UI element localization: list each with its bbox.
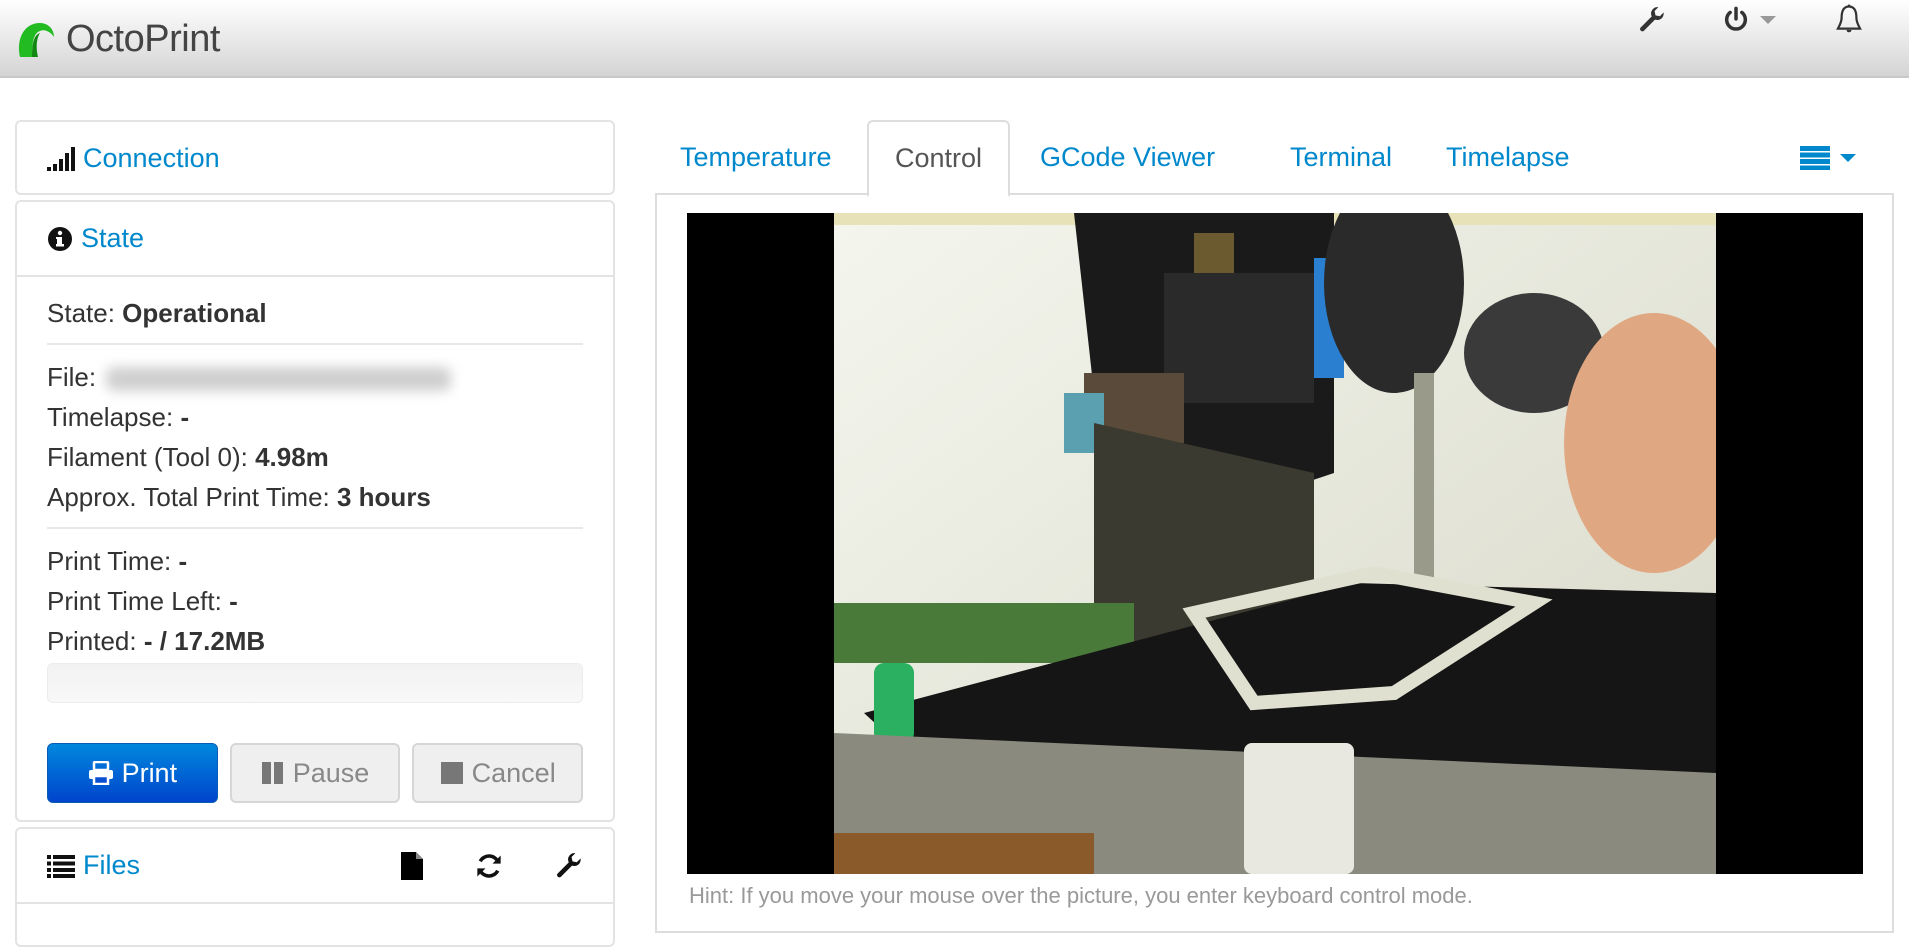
print-button[interactable]: Print <box>47 743 218 803</box>
refresh-icon[interactable] <box>475 852 503 880</box>
time-left-value: - <box>229 586 238 616</box>
total-time-value: 3 hours <box>336 482 431 512</box>
state-body: State: Operational File: Timelapse: - Fi… <box>17 275 613 803</box>
divider <box>47 527 583 529</box>
state-label: State: <box>47 298 115 328</box>
file-label: File: <box>47 362 97 392</box>
print-controls: Print Pause Cancel <box>47 743 583 803</box>
tab-label: Temperature <box>680 142 832 172</box>
settings-button[interactable] <box>1638 0 1666 40</box>
print-progress-bar <box>47 663 583 703</box>
filament-value: 4.98m <box>255 442 329 472</box>
file-icon[interactable] <box>401 851 423 880</box>
filament-label: Filament (Tool 0): <box>47 442 248 472</box>
tab-label: GCode Viewer <box>1040 142 1216 172</box>
webcam-stream[interactable] <box>687 213 1863 874</box>
time-left-label: Print Time Left: <box>47 586 222 616</box>
state-value: Operational <box>122 298 267 328</box>
state-row: State: Operational <box>47 293 583 333</box>
tab-terminal[interactable]: Terminal <box>1265 120 1417 195</box>
navbar: OctoPrint <box>0 0 1909 78</box>
print-time-row: Print Time: - <box>47 541 583 581</box>
connection-panel: Connection <box>15 120 615 195</box>
webcam-hint: Hint: If you move your mouse over the pi… <box>689 883 1473 908</box>
connection-header[interactable]: Connection <box>17 122 613 195</box>
timelapse-label: Timelapse: <box>47 402 174 432</box>
tab-label: Terminal <box>1290 142 1393 172</box>
files-title[interactable]: Files <box>47 850 401 881</box>
notifications-button[interactable] <box>1834 0 1864 40</box>
print-button-label: Print <box>121 757 178 788</box>
octoprint-logo-icon <box>18 23 54 57</box>
timelapse-value: - <box>180 402 190 432</box>
chevron-down-icon <box>1760 16 1776 24</box>
file-name-blurred <box>106 367 452 392</box>
file-row: File: <box>47 357 583 397</box>
pause-icon <box>261 761 285 785</box>
brand[interactable]: OctoPrint <box>14 14 220 64</box>
printed-label: Printed: <box>47 626 137 656</box>
webcam-image[interactable] <box>834 213 1716 874</box>
state-panel: State State: Operational File: Timelapse… <box>15 200 615 822</box>
total-time-label: Approx. Total Print Time: <box>47 482 330 512</box>
files-title-label: Files <box>83 850 141 880</box>
tab-label: Timelapse <box>1446 142 1570 172</box>
divider <box>47 343 583 345</box>
wrench-icon <box>1640 7 1664 32</box>
tab-temperature[interactable]: Temperature <box>655 120 857 195</box>
files-header: Files <box>17 829 613 902</box>
timelapse-row: Timelapse: - <box>47 397 583 437</box>
state-title[interactable]: State <box>81 223 144 254</box>
webcam-frame <box>834 213 1716 874</box>
tab-gcode-viewer[interactable]: GCode Viewer <box>1015 120 1240 195</box>
list-icon <box>1800 146 1830 170</box>
signal-icon <box>47 146 75 171</box>
time-left-row: Print Time Left: - <box>47 581 583 621</box>
files-divider <box>17 902 613 904</box>
info-circle-icon <box>47 226 73 252</box>
tab-bar: Temperature Control GCode Viewer Termina… <box>655 120 1894 197</box>
wrench-icon[interactable] <box>555 852 583 880</box>
tab-control[interactable]: Control <box>867 120 1010 197</box>
printed-row: Printed: - / 17.2MB <box>47 621 583 661</box>
pause-button[interactable]: Pause <box>229 743 401 803</box>
print-time-label: Print Time: <box>47 546 172 576</box>
system-menu-button[interactable] <box>1722 0 1776 40</box>
bell-icon <box>1836 4 1862 33</box>
files-actions <box>401 851 583 880</box>
files-panel: Files <box>15 827 615 947</box>
print-time-value: - <box>178 546 188 576</box>
cancel-button-label: Cancel <box>471 757 556 788</box>
chevron-down-icon <box>1840 154 1856 162</box>
filament-row: Filament (Tool 0): 4.98m <box>47 437 583 477</box>
brand-name: OctoPrint <box>66 17 220 60</box>
stop-icon <box>440 761 464 785</box>
cancel-button[interactable]: Cancel <box>412 743 583 803</box>
state-header[interactable]: State <box>17 202 613 275</box>
printed-value: - / 17.2MB <box>143 626 266 656</box>
list-icon <box>47 854 75 878</box>
printer-icon <box>88 761 114 785</box>
connection-title[interactable]: Connection <box>83 143 220 174</box>
tab-overflow-menu[interactable] <box>1800 146 1856 170</box>
power-icon <box>1724 6 1748 31</box>
tab-label: Control <box>894 143 983 173</box>
pause-button-label: Pause <box>292 757 370 788</box>
control-tab-content: Hint: If you move your mouse over the pi… <box>655 193 1894 933</box>
tab-timelapse[interactable]: Timelapse <box>1421 120 1595 195</box>
total-time-row: Approx. Total Print Time: 3 hours <box>47 477 583 517</box>
